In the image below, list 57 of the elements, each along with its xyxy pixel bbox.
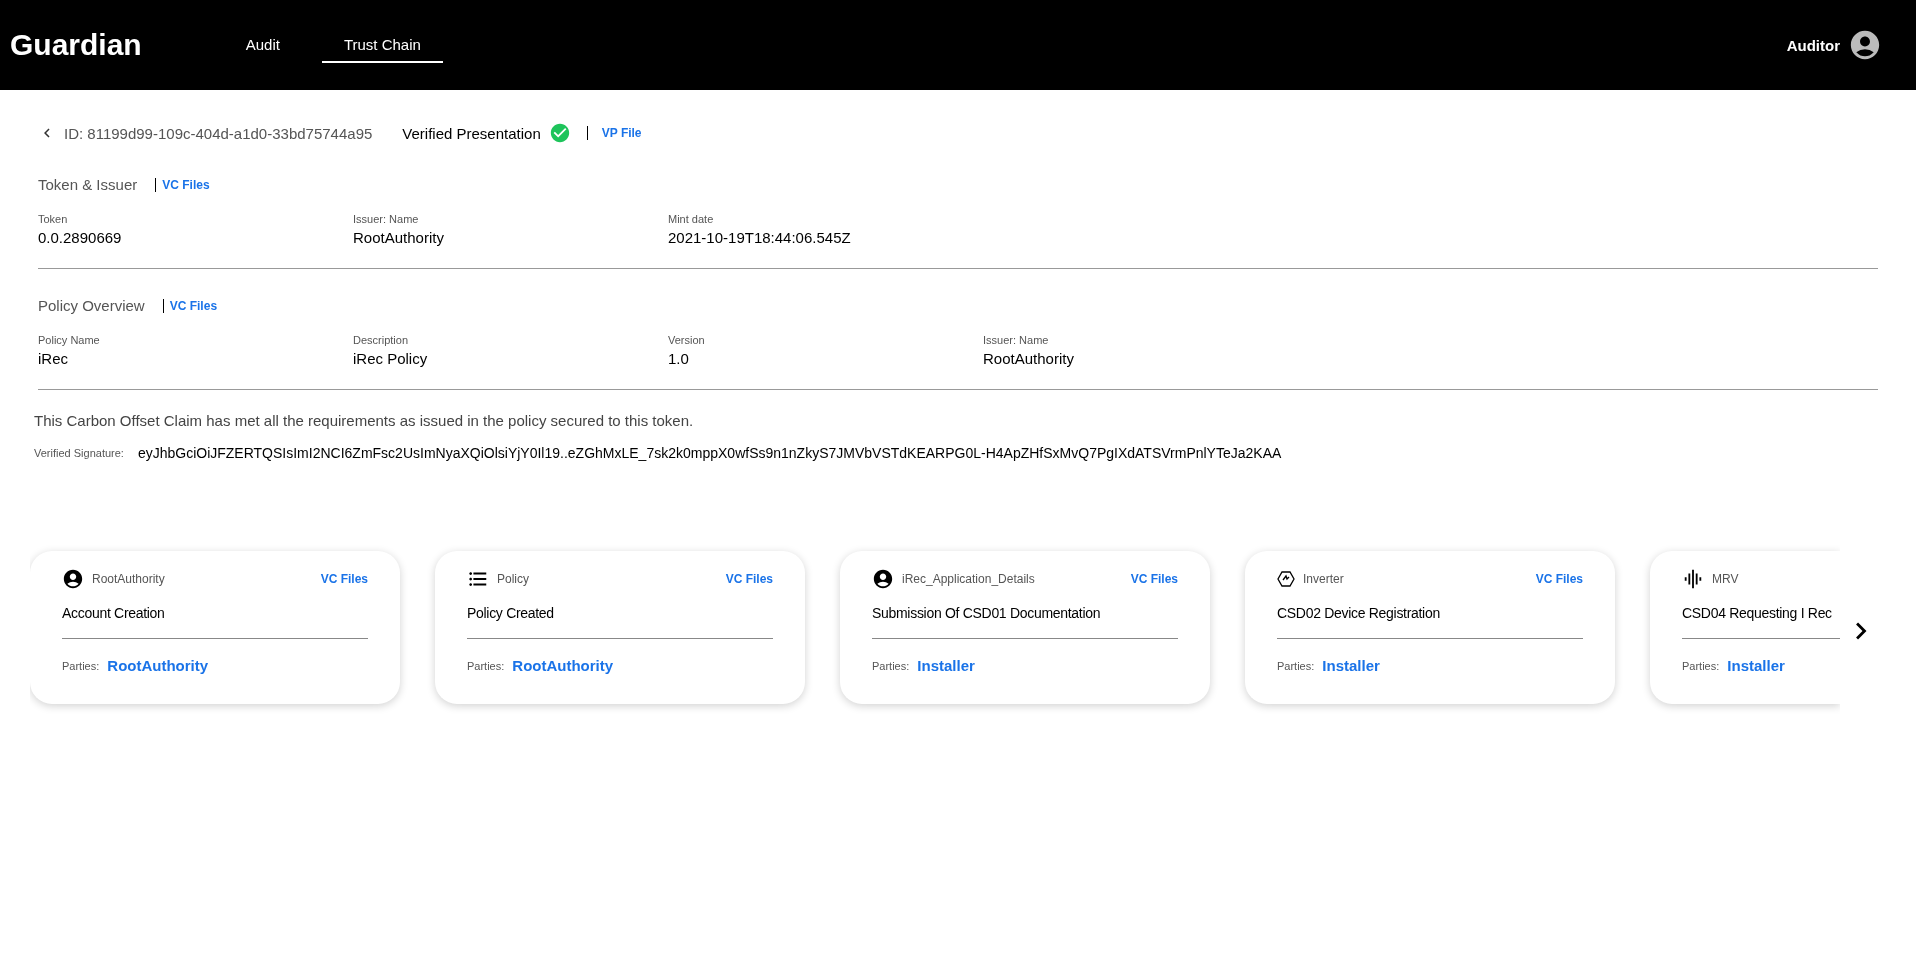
parties-label: Parties: [1682,659,1720,672]
account-icon [62,568,84,590]
card-title: Policy Created [467,605,773,639]
card-title: CSD02 Device Registration [1277,605,1583,639]
party-link[interactable]: RootAuthority [512,657,614,674]
waveform-icon [1682,568,1704,590]
vc-files-link[interactable]: VC Files [1535,572,1583,586]
field-value: 2021-10-19T18:44:06.545Z [668,229,852,246]
field-value: RootAuthority [983,350,1075,367]
card-entity: iRec_Application_Details [902,572,1036,586]
vc-files-link[interactable]: VC Files [162,177,210,192]
field-label: Mint date [668,213,715,225]
field-label: Description [353,334,410,346]
field-label: Version [668,334,706,346]
parties-label: Parties: [872,659,910,672]
card-title: Account Creation [62,605,368,639]
field-value: 1.0 [668,350,690,367]
vp-file-link[interactable]: VP File [601,126,642,140]
parties-label: Parties: [1277,659,1315,672]
section-title: Token & Issuer [38,176,138,193]
field-label: Issuer: Name [983,334,1050,346]
field-value: 0.0.2890669 [38,229,123,246]
vc-files-link[interactable]: VC Files [320,572,368,586]
user-avatar-icon[interactable] [1848,28,1882,62]
card-entity: Policy [497,572,530,586]
claim-text: This Carbon Offset Claim has met all the requirements as issued in the policy secured to this token. [34,412,695,429]
party-link[interactable]: Installer [917,657,975,674]
vc-files-link[interactable]: VC Files [1130,572,1178,586]
hexagon-icon [1277,571,1295,587]
field-label: Issuer: Name [353,213,420,225]
card-title: Submission Of CSD01 Documentation [872,605,1178,639]
party-link[interactable]: Installer [1322,657,1380,674]
field-value: iRec [38,350,69,367]
logo: Guardian [10,28,142,62]
presentation-title: Verified Presentation [402,124,541,142]
account-icon [872,568,894,590]
field-label: Token [38,213,69,225]
field-label: Policy Name [38,334,101,346]
card-title: CSD04 Requesting I Rec [1682,605,1841,639]
section-title: Policy Overview [38,297,145,314]
vc-files-link[interactable]: VC Files [169,298,218,313]
signature-label: Verified Signature: [34,447,124,459]
nav-tab[interactable]: Trust Chain [321,27,443,63]
presentation-id: ID: 81199d99-109c-404d-a1d0-33bd75744a95 [64,124,373,142]
parties-label: Parties: [467,659,505,672]
field-value: RootAuthority [353,229,445,246]
signature-value: eyJhbGciOiJFZERTQSIsImI2NCI6ZmFsc2UsImNyaXQiOlsiYjY0Il19..eZGhMxLE_7sk2k0mppX0wfSs9n1nZkyS7JMVbVSTdKEARPG0L-H4ApZHfSxMvQ7PgIXdATSVrmPnlYTeJa2KAA [137,445,1282,461]
card-entity: RootAuthority [92,572,166,586]
user-name: Auditor [1786,36,1840,54]
vc-files-link[interactable]: VC Files [725,572,773,586]
parties-label: Parties: [62,659,100,672]
party-link[interactable]: RootAuthority [107,657,209,674]
party-link[interactable]: Installer [1727,657,1785,674]
card-entity: MRV [1712,572,1740,586]
card-entity: Inverter [1303,572,1345,586]
nav-tab[interactable]: Audit [223,27,302,63]
field-value: iRec Policy [353,350,429,367]
